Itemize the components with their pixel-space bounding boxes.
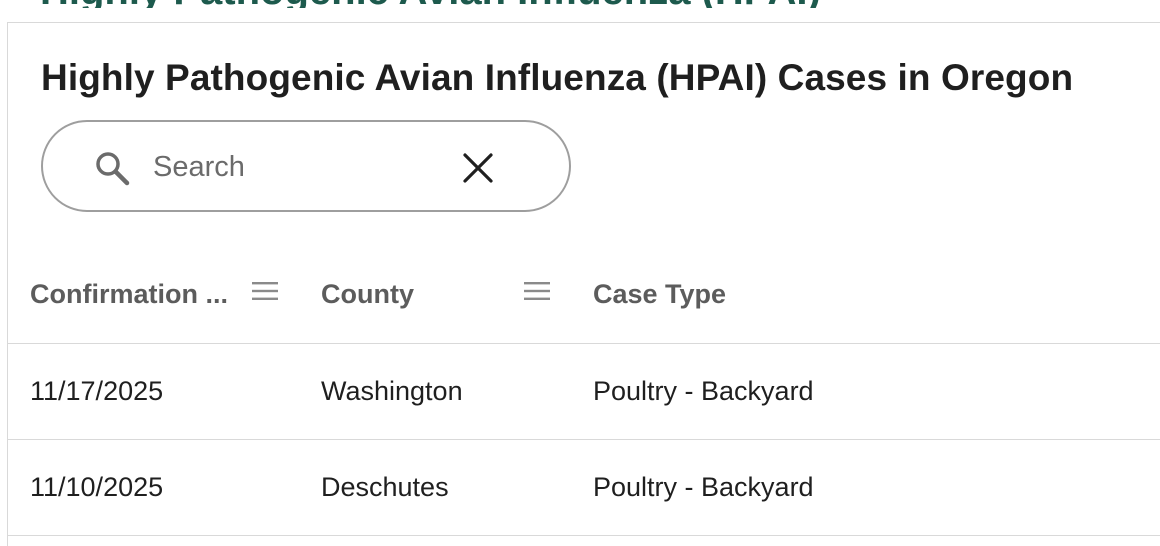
column-header-case-type[interactable]: Case Type — [593, 245, 993, 343]
cell-county: Deschutes — [321, 472, 449, 502]
cell-case-type: Poultry - Backyard — [593, 376, 814, 406]
column-header-confirmation-date[interactable]: Confirmation ... — [30, 245, 248, 343]
cases-table: Confirmation ... County Case Type 11/17/… — [8, 245, 1160, 536]
column-header-label: County — [321, 278, 414, 309]
column-header-county[interactable]: County — [321, 245, 521, 343]
clipped-page-heading: Highly Pathogenic Avian Influenza (HPAI) — [0, 0, 1160, 8]
column-header-label: Confirmation ... — [30, 278, 228, 309]
menu-icon[interactable] — [524, 281, 550, 301]
card-title: Highly Pathogenic Avian Influenza (HPAI)… — [41, 57, 1074, 98]
search-icon — [96, 152, 130, 186]
cell-case-type: Poultry - Backyard — [593, 472, 814, 502]
close-icon[interactable] — [461, 151, 495, 185]
table-header-row: Confirmation ... County Case Type — [8, 245, 1160, 344]
table-row[interactable]: 11/17/2025 Washington Poultry - Backyard — [8, 344, 1160, 440]
table-row[interactable]: 11/10/2025 Deschutes Poultry - Backyard — [8, 440, 1160, 536]
cell-county: Washington — [321, 376, 463, 406]
column-header-label: Case Type — [593, 278, 727, 309]
search-box[interactable] — [41, 120, 571, 212]
page: Highly Pathogenic Avian Influenza (HPAI)… — [0, 0, 1160, 546]
cell-confirmation-date: 11/10/2025 — [30, 472, 164, 502]
menu-icon[interactable] — [252, 281, 278, 301]
hpai-cases-card: Highly Pathogenic Avian Influenza (HPAI)… — [7, 22, 1160, 546]
cell-confirmation-date: 11/17/2025 — [30, 376, 164, 406]
search-input[interactable] — [153, 142, 443, 192]
